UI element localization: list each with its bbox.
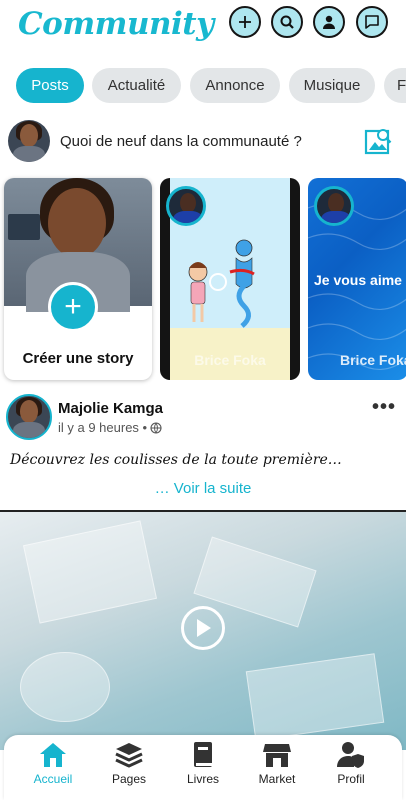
story-card[interactable]: Je vous aime Brice Foka (308, 178, 406, 380)
post-header: Majolie Kamga il y a 9 heures • (0, 392, 406, 444)
category-tabs: Posts Actualité Annonce Musique F (0, 66, 406, 106)
app-logo: Community (18, 6, 214, 42)
post-author[interactable]: Majolie Kamga (58, 400, 163, 417)
create-story-card[interactable]: + Créer une story (4, 178, 152, 380)
layers-icon (115, 743, 143, 768)
create-story-label: Créer une story (22, 350, 134, 367)
nav-profil[interactable]: Profil (316, 741, 386, 793)
read-more-link[interactable]: … Voir la suite (0, 480, 406, 497)
profile-shield-icon (337, 742, 364, 768)
post-composer[interactable]: Quoi de neuf dans la communauté ? (0, 120, 406, 166)
bottom-navigation: Accueil Pages Livres Market Profil (4, 735, 402, 800)
tab-more[interactable]: F (384, 68, 406, 103)
post-timestamp: il y a 9 heures • (58, 420, 148, 435)
tab-musique[interactable]: Musique (289, 68, 375, 103)
story-caption: Je vous aime (314, 272, 402, 288)
messages-button[interactable] (356, 6, 388, 38)
home-icon (40, 743, 66, 767)
book-icon (194, 742, 212, 767)
post-text: Découvrez les coulisses de la toute prem… (10, 452, 342, 468)
more-options-icon[interactable]: ••• (372, 396, 396, 419)
stories-carousel: + Créer une story Brice Foka Je vous aim… (0, 176, 406, 382)
post-time: il y a 9 heures • (58, 420, 162, 435)
nav-pages[interactable]: Pages (94, 741, 164, 793)
tab-actualite[interactable]: Actualité (92, 68, 181, 103)
add-photo-icon[interactable] (364, 126, 394, 156)
nav-label: Accueil (33, 772, 73, 786)
nav-market[interactable]: Market (242, 741, 312, 793)
nav-label: Livres (186, 772, 219, 786)
nav-accueil[interactable]: Accueil (18, 741, 88, 793)
nav-label: Profil (337, 772, 365, 786)
story-author: Brice Foka (340, 352, 406, 368)
nav-livres[interactable]: Livres (168, 741, 238, 793)
app-header: Community (0, 0, 406, 56)
create-button[interactable] (229, 6, 261, 38)
nav-label: Market (258, 772, 296, 786)
account-button[interactable] (313, 6, 345, 38)
search-icon (280, 15, 294, 29)
add-story-icon[interactable]: + (48, 282, 98, 332)
author-avatar[interactable] (6, 394, 52, 440)
story-avatar (166, 186, 206, 226)
chat-icon (365, 15, 379, 29)
tab-posts[interactable]: Posts (16, 68, 84, 103)
cartoon-illustration (188, 239, 255, 328)
globe-icon (150, 421, 162, 434)
composer-placeholder: Quoi de neuf dans la communauté ? (60, 133, 302, 150)
story-card[interactable]: Brice Foka (160, 178, 300, 380)
avatar (8, 120, 50, 162)
tab-annonce[interactable]: Annonce (190, 68, 280, 103)
play-icon[interactable] (181, 606, 225, 650)
nav-label: Pages (111, 772, 147, 786)
story-avatar (314, 186, 354, 226)
story-author: Brice Foka (194, 352, 266, 368)
plus-icon (239, 16, 251, 28)
user-icon (323, 15, 335, 29)
post-video[interactable] (0, 510, 406, 750)
search-button[interactable] (271, 6, 303, 38)
store-icon (263, 744, 291, 767)
